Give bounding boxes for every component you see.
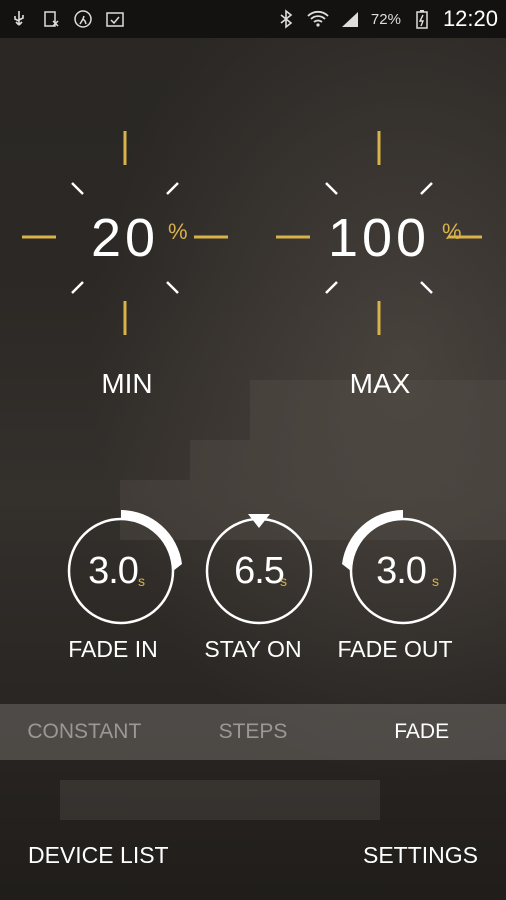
fade-in-label: FADE IN bbox=[68, 636, 158, 662]
no-sim-icon bbox=[40, 8, 62, 30]
settings-button[interactable]: SETTINGS bbox=[363, 842, 478, 869]
fade-in-value: 3.0 bbox=[88, 549, 139, 592]
max-label: MAX bbox=[349, 368, 411, 399]
min-unit: % bbox=[168, 219, 188, 244]
stay-on-value: 6.5 bbox=[234, 549, 285, 592]
mode-tabs: CONSTANT STEPS FADE bbox=[0, 704, 506, 760]
fade-in-unit: s bbox=[138, 573, 145, 589]
device-list-button[interactable]: DEVICE LIST bbox=[28, 842, 169, 869]
fade-out-timer[interactable]: 3.0 s bbox=[340, 508, 466, 634]
usb-icon bbox=[8, 8, 30, 30]
battery-percent: 72% bbox=[370, 10, 401, 28]
clock: 12:20 bbox=[442, 6, 498, 31]
fade-out-value: 3.0 bbox=[376, 549, 427, 592]
stair-decoration bbox=[190, 440, 506, 480]
wifi-icon bbox=[307, 8, 329, 30]
min-value: 20 bbox=[90, 208, 160, 268]
stair-decoration bbox=[60, 780, 380, 820]
stay-on-unit: s bbox=[280, 573, 287, 589]
battery-charging-icon bbox=[411, 8, 433, 30]
status-bar: 72% 12:20 bbox=[0, 0, 506, 38]
fade-in-timer[interactable]: 3.0 s bbox=[58, 508, 184, 634]
tab-constant[interactable]: CONSTANT bbox=[0, 704, 169, 760]
tab-steps[interactable]: STEPS bbox=[169, 704, 338, 760]
min-label: MIN bbox=[101, 368, 153, 399]
signal-icon bbox=[339, 8, 361, 30]
clipboard-icon bbox=[104, 8, 126, 30]
min-gauge[interactable]: 20 % bbox=[20, 123, 250, 353]
bluetooth-icon bbox=[275, 8, 297, 30]
stay-on-label: STAY ON bbox=[204, 636, 302, 662]
activity-icon bbox=[72, 8, 94, 30]
max-unit: % bbox=[442, 219, 462, 244]
fade-out-label: FADE OUT bbox=[337, 636, 453, 662]
stay-on-timer[interactable]: 6.5 s bbox=[196, 508, 322, 634]
tab-fade[interactable]: FADE bbox=[337, 704, 506, 760]
max-gauge[interactable]: 100 % bbox=[274, 123, 504, 353]
fade-out-unit: s bbox=[432, 573, 439, 589]
